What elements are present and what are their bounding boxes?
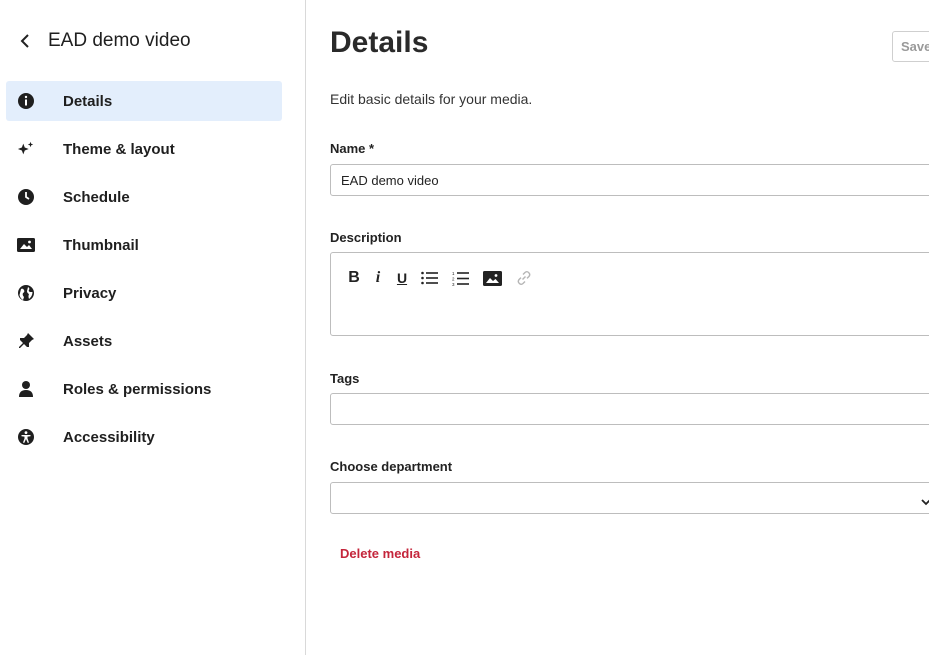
editor-toolbar: B i U 123	[348, 269, 546, 287]
name-input[interactable]	[330, 164, 929, 196]
sidebar-item-thumbnail[interactable]: Thumbnail	[6, 225, 282, 265]
insert-image-icon[interactable]	[483, 269, 502, 287]
globe-icon	[17, 284, 35, 302]
user-icon	[17, 380, 35, 398]
numbered-list-icon[interactable]: 123	[452, 269, 469, 287]
clock-icon	[17, 188, 35, 206]
sidebar-item-details[interactable]: Details	[6, 81, 282, 121]
sidebar-item-label: Schedule	[63, 188, 130, 206]
media-title: EAD demo video	[48, 30, 191, 51]
back-button[interactable]: EAD demo video	[20, 30, 191, 52]
image-icon	[17, 236, 35, 254]
sidebar-item-label: Assets	[63, 332, 113, 350]
sidebar-item-label: Details	[63, 92, 113, 110]
sidebar-item-label: Thumbnail	[63, 236, 139, 254]
accessibility-icon	[17, 428, 35, 446]
bold-button[interactable]: B	[348, 269, 360, 287]
sidebar-item-label: Accessibility	[63, 428, 155, 446]
bullet-list-icon[interactable]	[421, 269, 438, 287]
svg-text:1: 1	[452, 271, 455, 276]
svg-text:2: 2	[452, 276, 455, 281]
description-label: Description	[330, 230, 402, 245]
name-label: Name *	[330, 141, 375, 156]
department-label: Choose department	[330, 459, 453, 474]
details-panel: Details Save Edit basic details for your…	[330, 0, 929, 655]
description-editor[interactable]: B i U 123	[330, 252, 929, 336]
tags-label: Tags	[330, 371, 360, 386]
page-title: Details	[330, 26, 429, 59]
sidebar-item-label: Theme & layout	[63, 140, 175, 158]
chevron-down-icon	[921, 493, 929, 511]
link-icon[interactable]	[516, 269, 532, 287]
sidebar-item-assets[interactable]: Assets	[6, 321, 282, 361]
underline-button[interactable]: U	[397, 269, 407, 287]
sidebar-nav: Details Theme & layout Schedule Thumbnai…	[6, 81, 282, 465]
sidebar-item-accessibility[interactable]: Accessibility	[6, 417, 282, 457]
sidebar-item-schedule[interactable]: Schedule	[6, 177, 282, 217]
info-icon	[17, 92, 35, 110]
sparkle-icon	[17, 140, 35, 158]
page-subtitle: Edit basic details for your media.	[330, 91, 533, 107]
sidebar-item-label: Privacy	[63, 284, 117, 302]
sidebar-item-privacy[interactable]: Privacy	[6, 273, 282, 313]
sidebar-item-label: Roles & permissions	[63, 380, 212, 398]
department-select[interactable]	[330, 482, 929, 514]
svg-text:3: 3	[452, 282, 455, 286]
sidebar-item-theme-layout[interactable]: Theme & layout	[6, 129, 282, 169]
pin-icon	[17, 332, 35, 350]
chevron-left-icon	[20, 31, 36, 51]
save-button[interactable]: Save	[892, 31, 929, 62]
italic-button[interactable]: i	[373, 269, 383, 287]
delete-media-button[interactable]: Delete media	[340, 546, 420, 561]
tags-input[interactable]	[330, 393, 929, 425]
sidebar-item-roles-permissions[interactable]: Roles & permissions	[6, 369, 282, 409]
sidebar: EAD demo video Details Theme & layout Sc…	[0, 0, 306, 655]
